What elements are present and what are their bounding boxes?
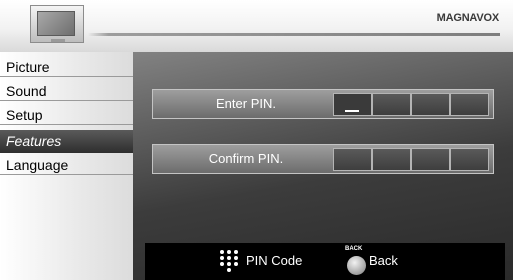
- sidebar-item-language[interactable]: Language: [0, 155, 133, 175]
- confirm-pin-row[interactable]: Confirm PIN.: [152, 144, 494, 174]
- back-hint: Back: [369, 253, 398, 268]
- menu-sidebar: Picture Sound Setup Features Language: [0, 52, 133, 280]
- input-cursor: [345, 110, 359, 112]
- enter-pin-digit-2[interactable]: [372, 93, 411, 116]
- pin-code-hint: PIN Code: [246, 253, 303, 268]
- back-key-label: BACK: [345, 246, 363, 252]
- enter-pin-digit-3[interactable]: [411, 93, 450, 116]
- sidebar-item-label: Picture: [6, 59, 50, 75]
- brand-logo: MAGNAVOX: [436, 12, 500, 24]
- header-bar: MAGNAVOX: [0, 0, 513, 52]
- confirm-pin-digit-3[interactable]: [411, 148, 450, 171]
- sidebar-item-picture[interactable]: Picture: [0, 57, 133, 77]
- number-keypad-icon: [220, 250, 238, 272]
- sidebar-item-features[interactable]: Features: [0, 130, 133, 153]
- enter-pin-digit-4[interactable]: [450, 93, 489, 116]
- sidebar-item-label: Sound: [6, 83, 47, 99]
- sidebar-item-sound[interactable]: Sound: [0, 81, 133, 101]
- footer-help-bar: PIN Code BACK Back: [145, 243, 505, 280]
- confirm-pin-digit-4[interactable]: [450, 148, 489, 171]
- sidebar-item-setup[interactable]: Setup: [0, 105, 133, 125]
- sidebar-item-label: Setup: [6, 107, 43, 123]
- sidebar-item-label: Language: [6, 157, 69, 173]
- confirm-pin-label: Confirm PIN.: [208, 151, 284, 166]
- tv-icon: [30, 5, 84, 43]
- enter-pin-row[interactable]: Enter PIN.: [152, 89, 494, 119]
- confirm-pin-digit-1[interactable]: [333, 148, 372, 171]
- sidebar-item-label: Features: [6, 133, 62, 149]
- enter-pin-label: Enter PIN.: [216, 96, 276, 111]
- tv-menu-screen: MAGNAVOX Picture Sound Setup Features La…: [0, 0, 513, 280]
- back-button-icon: BACK: [345, 246, 367, 276]
- confirm-pin-digit-2[interactable]: [372, 148, 411, 171]
- header-divider: [88, 33, 500, 36]
- enter-pin-digit-1[interactable]: [333, 93, 372, 116]
